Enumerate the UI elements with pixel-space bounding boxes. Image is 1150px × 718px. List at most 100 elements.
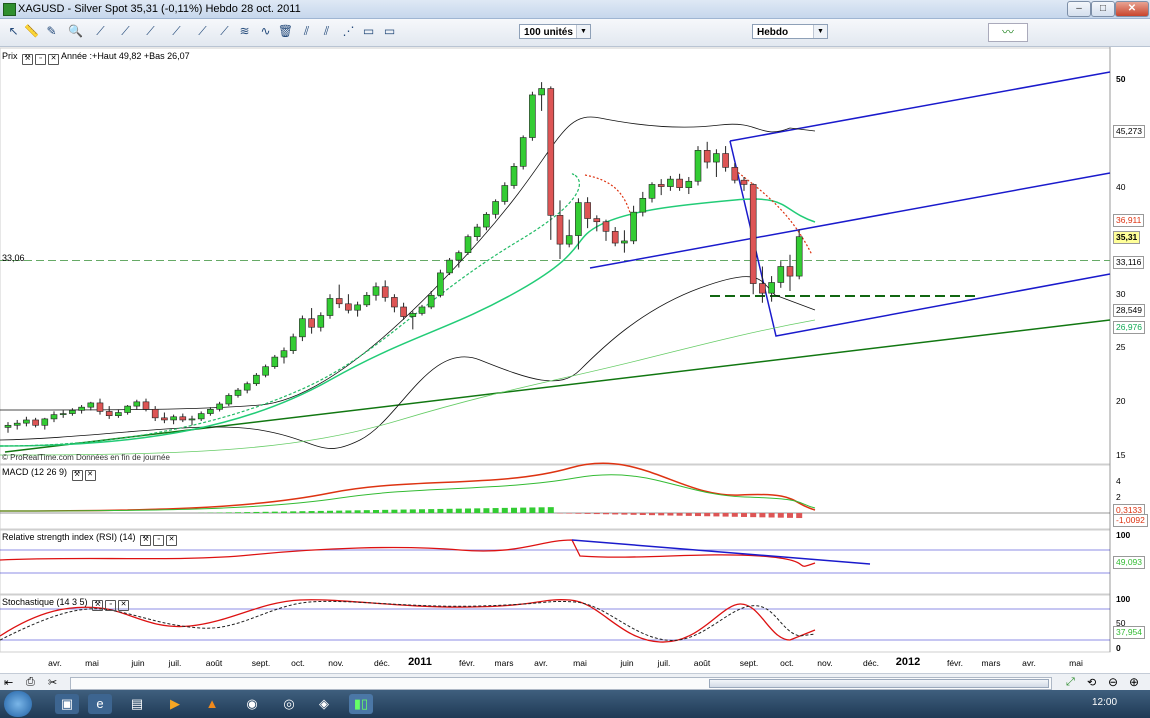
line-tool-4-icon[interactable]: ⟋ xyxy=(168,23,185,40)
candle xyxy=(161,417,168,421)
macd-histogram-bar xyxy=(354,510,361,513)
close-panel-icon[interactable]: ✕ xyxy=(166,535,178,546)
candle xyxy=(418,306,426,314)
rectangle-icon[interactable]: ▭ xyxy=(360,23,377,40)
stoch-tick-0: 0 xyxy=(1116,643,1121,653)
close-panel-icon[interactable]: ✕ xyxy=(84,470,96,481)
wave-icon[interactable]: ∿ xyxy=(257,23,274,40)
candle xyxy=(133,401,141,407)
trend-line xyxy=(4,319,1111,453)
line-tool-6-icon[interactable]: ⟋ xyxy=(216,23,233,40)
wrench-icon[interactable]: ⚒ xyxy=(92,600,104,611)
line-tool-5-icon[interactable]: ⟋ xyxy=(194,23,211,40)
month-label: juil. xyxy=(657,658,671,668)
pencil-icon[interactable]: ✎ xyxy=(43,23,60,40)
candle xyxy=(703,150,711,163)
units-select[interactable]: 100 unités ▼ xyxy=(519,24,591,39)
candle xyxy=(326,298,334,316)
window-icon[interactable]: ▫ xyxy=(35,54,47,65)
line-tool-2-icon[interactable]: ⟋ xyxy=(117,23,134,40)
candle xyxy=(427,294,435,308)
taskbar-app3-icon[interactable]: ◈ xyxy=(312,694,336,714)
macd-histogram-bar xyxy=(391,509,398,513)
macd-histogram-bar xyxy=(676,513,683,516)
maximize-button[interactable]: □ xyxy=(1091,1,1115,17)
month-label: mars xyxy=(494,658,514,668)
indicators-icon[interactable]: 〰 xyxy=(988,23,1028,42)
channel-2-icon[interactable]: ⫽ xyxy=(318,23,335,40)
stoch-tick-100: 100 xyxy=(1116,594,1131,604)
taskbar-folder-icon[interactable]: ▤ xyxy=(125,694,149,714)
window-titlebar: XAGUSD - Silver Spot 35,31 (-0,11%) Hebd… xyxy=(0,0,1150,19)
macd-tick-4: 4 xyxy=(1116,476,1121,486)
candle xyxy=(768,282,775,294)
candle xyxy=(501,185,509,202)
candle xyxy=(611,231,619,244)
rsi-label-a: 49,093 xyxy=(1113,556,1145,569)
candle xyxy=(69,410,76,414)
rectangle-2-icon[interactable]: ▭ xyxy=(381,23,398,40)
horizontal-scrollbar[interactable] xyxy=(70,677,1052,690)
line-tool-icon[interactable]: ⟋ xyxy=(92,23,109,40)
macd-histogram-bar xyxy=(796,513,803,519)
candle xyxy=(621,240,628,244)
candle xyxy=(565,235,573,245)
start-button[interactable] xyxy=(4,691,32,717)
taskbar-explorer-icon[interactable]: ▣ xyxy=(55,694,79,714)
taskbar-vlc-icon[interactable]: ▲ xyxy=(200,694,224,714)
fan-icon[interactable]: ⋰ xyxy=(340,23,357,40)
axis-tick-30: 30 xyxy=(1116,289,1126,299)
candle xyxy=(354,304,361,311)
print-icon[interactable]: ⎙ xyxy=(26,676,40,689)
scissors-icon[interactable]: ✂ xyxy=(48,676,62,689)
line-tool-3-icon[interactable]: ⟋ xyxy=(142,23,159,40)
candle xyxy=(464,236,472,253)
candle xyxy=(271,356,279,367)
fibonacci-icon[interactable]: ≋ xyxy=(236,23,253,40)
close-button[interactable]: ✕ xyxy=(1115,1,1149,17)
wrench-icon[interactable]: ⚒ xyxy=(140,535,152,546)
channel-icon[interactable]: ⫽ xyxy=(298,23,315,40)
ruler-icon[interactable]: 📏 xyxy=(23,23,40,40)
macd-histogram-bar xyxy=(281,511,287,513)
period-select[interactable]: Hebdo ▼ xyxy=(752,24,828,39)
cursor-icon[interactable]: ↖ xyxy=(5,23,22,40)
window-icon[interactable]: ▫ xyxy=(153,535,165,546)
candle xyxy=(197,413,205,420)
candle xyxy=(317,315,325,328)
taskbar-ie-icon[interactable]: e xyxy=(88,694,112,714)
taskbar-prorealtime-icon[interactable]: ▮▯ xyxy=(349,694,373,714)
candle xyxy=(777,266,785,283)
zoom-out-icon[interactable]: ⊖ xyxy=(1108,675,1118,689)
macd-histogram-bar xyxy=(649,513,655,516)
taskbar-media-icon[interactable]: ▶ xyxy=(163,694,187,714)
macd-histogram-bar xyxy=(685,513,692,516)
month-label: févr. xyxy=(458,658,476,668)
units-select-value: 100 unités xyxy=(524,27,573,38)
taskbar-app2-icon[interactable]: ◎ xyxy=(277,694,301,714)
taskbar-app-icon[interactable]: ◉ xyxy=(240,694,264,714)
candle xyxy=(731,167,739,181)
chart-area[interactable] xyxy=(0,47,1150,673)
zoom-fit-icon[interactable]: ⤢ xyxy=(1066,676,1075,689)
zoom-reset-icon[interactable]: ⟲ xyxy=(1087,676,1096,689)
candle xyxy=(786,266,794,277)
scrollbar-thumb[interactable] xyxy=(709,679,1049,688)
year-label: 2011 xyxy=(408,656,432,668)
back-icon[interactable]: ⇤ xyxy=(4,676,18,689)
window-icon[interactable]: ▫ xyxy=(105,600,117,611)
price-label-3: 35,31 xyxy=(1113,231,1141,244)
zoom-icon[interactable]: 🔍 xyxy=(67,23,84,40)
month-label: févr. xyxy=(946,658,964,668)
macd-panel-frame xyxy=(0,464,1111,530)
wrench-icon[interactable]: ⚒ xyxy=(22,54,34,65)
zoom-in-icon[interactable]: ⊕ xyxy=(1129,675,1139,689)
trash-icon[interactable]: 🗑 xyxy=(277,23,294,40)
wrench-icon[interactable]: ⚒ xyxy=(71,470,83,481)
candle xyxy=(363,294,371,306)
close-panel-icon[interactable]: ✕ xyxy=(48,54,60,65)
macd-histogram-bar xyxy=(547,507,554,513)
minimize-button[interactable]: – xyxy=(1067,1,1091,17)
close-panel-icon[interactable]: ✕ xyxy=(118,600,130,611)
macd-histogram-bar xyxy=(538,507,545,513)
